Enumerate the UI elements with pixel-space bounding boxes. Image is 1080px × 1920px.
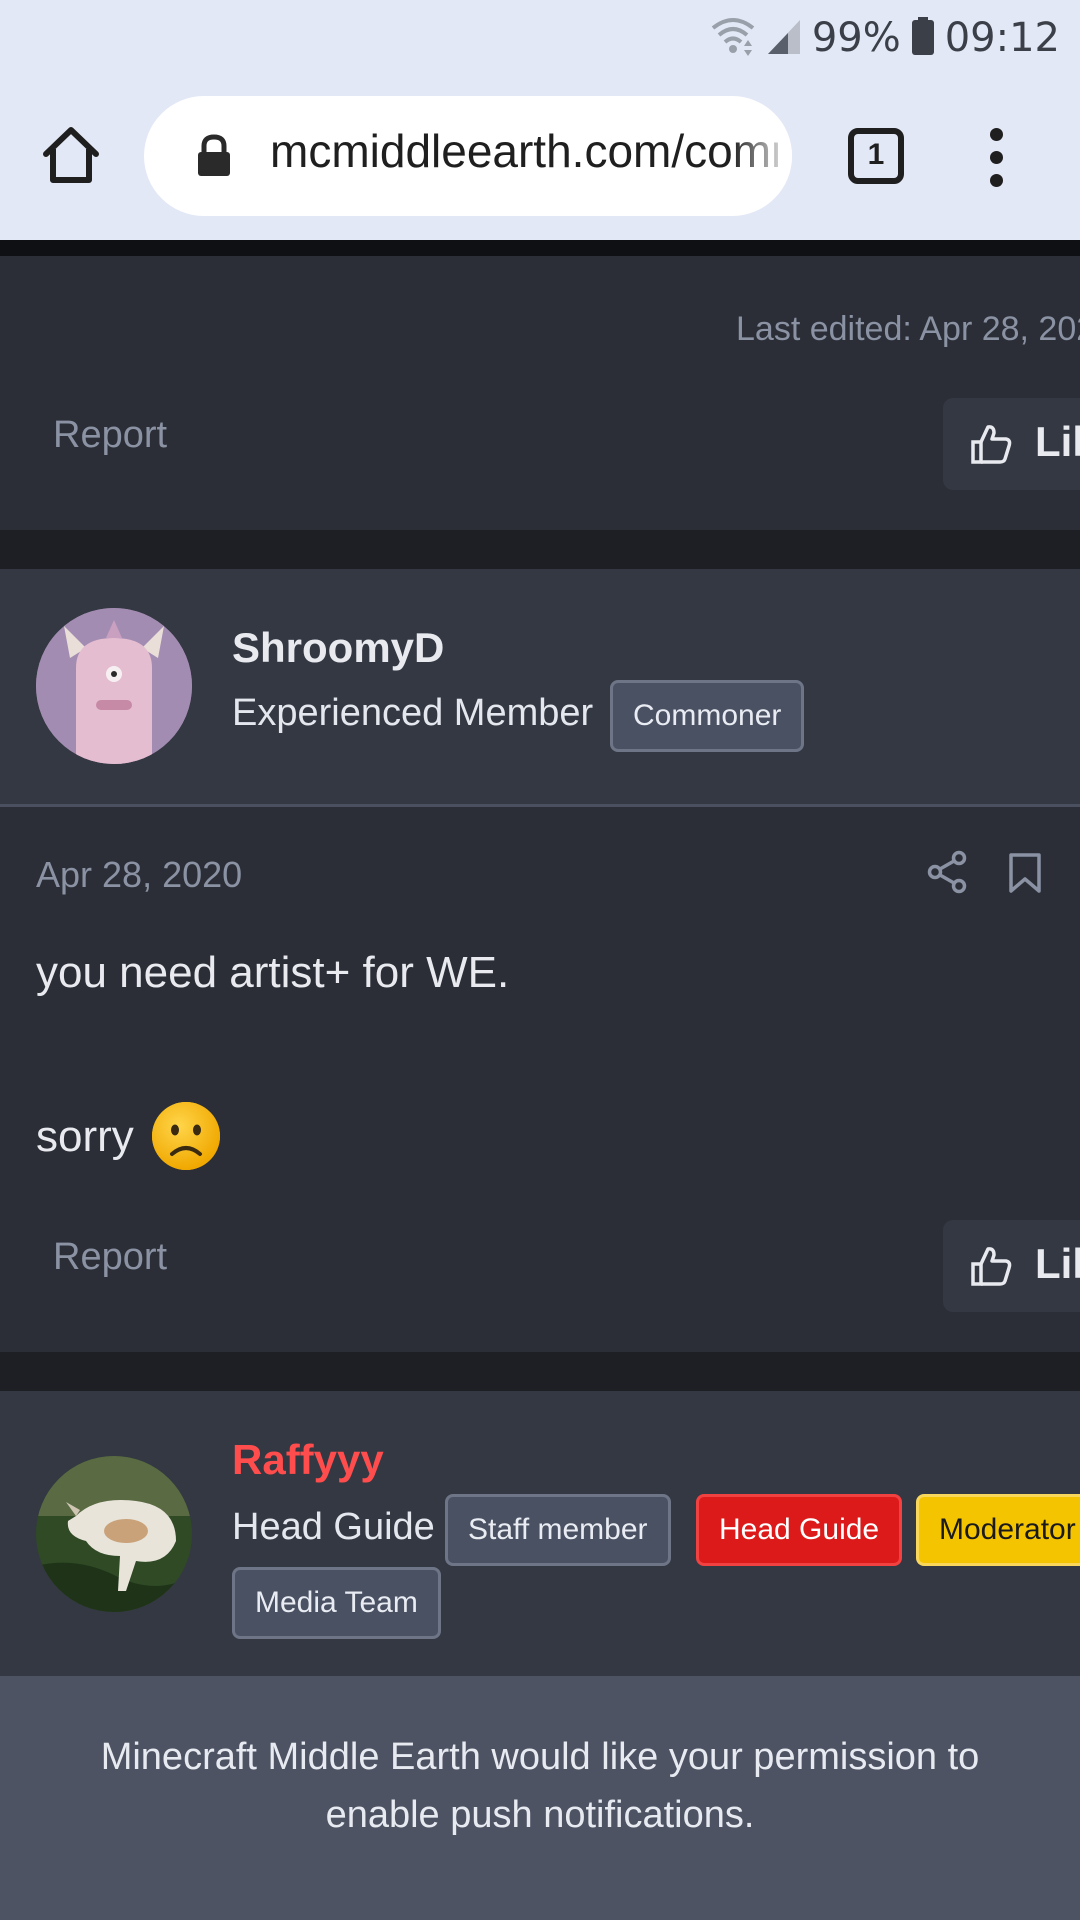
separator [0,240,1080,256]
thumbs-up-icon [971,425,1012,464]
avatar[interactable] [36,1456,192,1612]
report-link[interactable]: Report [53,1236,167,1279]
user-title: Head Guide [232,1506,435,1548]
badge-head-guide: Head Guide [696,1494,903,1566]
wifi-icon [710,16,756,60]
signal-icon [766,16,802,60]
notice-text: Minecraft Middle Earth would like your p… [100,1736,980,1836]
clock: 09:12 [944,15,1060,61]
post-text-line: you need artist+ for WE. [36,948,510,997]
lock-icon [194,134,234,178]
post-date[interactable]: Apr 28, 2020 [36,854,242,896]
bookmark-icon[interactable] [1008,852,1042,898]
browser-toolbar: mcmiddleearth.com/community 1 [0,76,1080,240]
frowning-face-icon [150,1100,222,1172]
tab-switcher-button[interactable]: 1 [848,128,904,184]
username[interactable]: ShroomyD [232,624,444,672]
like-button[interactable]: Like [943,1220,1080,1312]
badge-staff-member: Staff member [445,1494,671,1566]
home-icon[interactable] [38,122,104,188]
post-text-line: sorry [36,1112,134,1161]
badge-commoner: Commoner [610,680,805,752]
url-text: mcmiddleearth.com/community [270,125,778,177]
push-notification-notice[interactable]: Minecraft Middle Earth would like your p… [0,1676,1080,1920]
address-bar[interactable]: mcmiddleearth.com/community [144,96,792,216]
report-link[interactable]: Report [53,414,167,457]
battery-icon [911,16,935,60]
status-bar: 99% 09:12 [0,0,1080,76]
badge-media-team: Media Team [232,1567,441,1639]
message-previous [0,256,1080,530]
username[interactable]: Raffyyy [232,1436,384,1484]
battery-percent: 99% [811,15,901,61]
share-icon[interactable] [926,850,970,898]
last-edited: Last edited: Apr 28, 2020 [736,310,1080,348]
like-label: Like [1035,418,1080,465]
user-title: Experienced Member [232,692,594,734]
thumbs-up-icon [971,1247,1012,1286]
more-options-icon[interactable] [986,128,1006,188]
like-label: Like [1035,1240,1080,1287]
like-button[interactable]: Like [943,398,1080,490]
badge-moderator: Moderator [916,1494,1080,1566]
avatar[interactable] [36,608,192,764]
